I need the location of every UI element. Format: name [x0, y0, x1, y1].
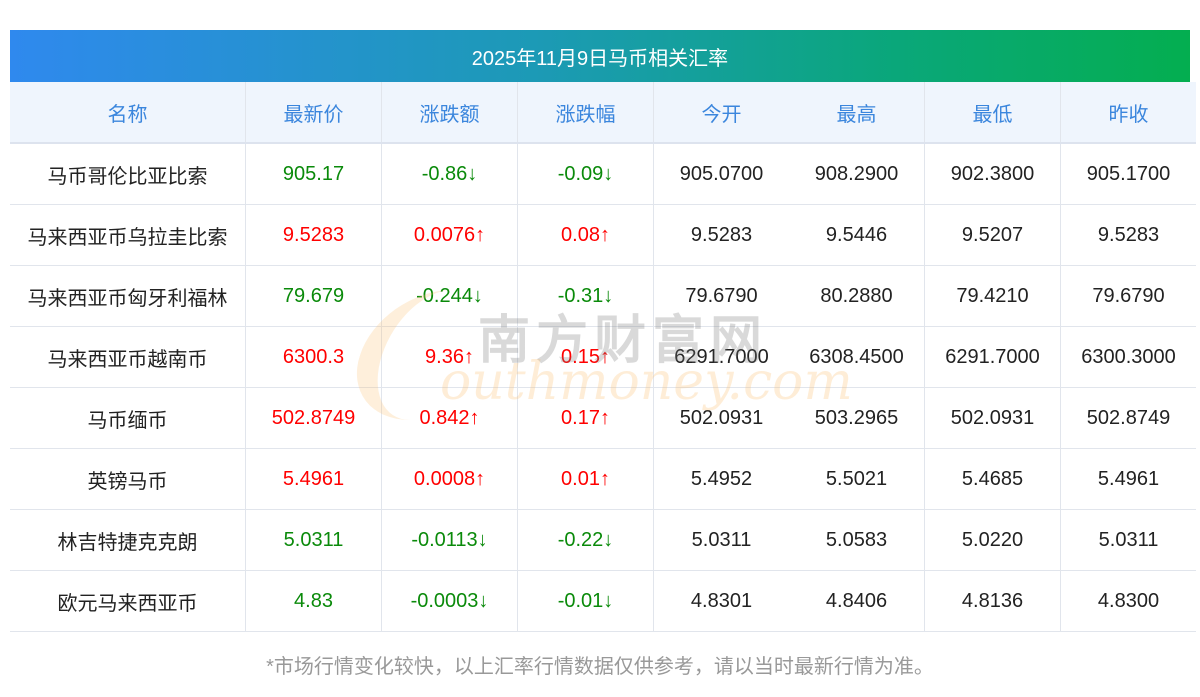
cell-prev: 5.4961 — [1060, 448, 1196, 510]
table-row: 马币缅币 502.8749 0.842↑ 0.17↑ 502.0931 503.2965 5… — [10, 387, 1196, 449]
cell-name: 马来西亚币乌拉圭比索 — [10, 204, 246, 266]
cell-latest: 6300.3 — [245, 326, 382, 388]
table-row: 欧元马来西亚币 4.83 -0.0003↓ -0.01↓ 4.8301 4.8406 4.8… — [10, 570, 1196, 632]
table-row: 马来西亚币乌拉圭比索 9.5283 0.0076↑ 0.08↑ 9.5283 9.5446… — [10, 204, 1196, 266]
cell-low: 5.0220 — [924, 509, 1061, 571]
col-header-change: 涨跌额 — [381, 82, 518, 144]
cell-open: 6291.7000 — [653, 326, 789, 388]
cell-name: 马来西亚币匈牙利福林 — [10, 265, 246, 327]
cell-high: 908.2900 — [789, 143, 925, 205]
col-header-latest: 最新价 — [245, 82, 382, 144]
col-header-low: 最低 — [924, 82, 1061, 144]
cell-latest: 9.5283 — [245, 204, 382, 266]
cell-change: -0.86↓ — [381, 143, 518, 205]
cell-change: -0.0003↓ — [381, 570, 518, 632]
cell-pct: -0.22↓ — [517, 509, 654, 571]
cell-prev: 905.1700 — [1060, 143, 1196, 205]
cell-change: 9.36↑ — [381, 326, 518, 388]
cell-prev: 9.5283 — [1060, 204, 1196, 266]
cell-high: 6308.4500 — [789, 326, 925, 388]
col-header-pct: 涨跌幅 — [517, 82, 654, 144]
cell-prev: 5.0311 — [1060, 509, 1196, 571]
cell-latest: 502.8749 — [245, 387, 382, 449]
exchange-rate-table: 名称 最新价 涨跌额 涨跌幅 今开 最高 最低 昨收 马币哥伦比亚比索 905.1… — [10, 82, 1196, 632]
cell-low: 4.8136 — [924, 570, 1061, 632]
cell-pct: 0.17↑ — [517, 387, 654, 449]
cell-open: 4.8301 — [653, 570, 789, 632]
cell-low: 5.4685 — [924, 448, 1061, 510]
cell-prev: 79.6790 — [1060, 265, 1196, 327]
table-title: 2025年11月9日马币相关汇率 — [10, 30, 1190, 82]
cell-high: 80.2880 — [789, 265, 925, 327]
table-header-row: 名称 最新价 涨跌额 涨跌幅 今开 最高 最低 昨收 — [10, 82, 1196, 144]
cell-open: 905.0700 — [653, 143, 789, 205]
table-row: 马来西亚币匈牙利福林 79.679 -0.244↓ -0.31↓ 79.6790 80.2… — [10, 265, 1196, 327]
cell-latest: 905.17 — [245, 143, 382, 205]
cell-name: 马币缅币 — [10, 387, 246, 449]
cell-low: 9.5207 — [924, 204, 1061, 266]
cell-pct: -0.09↓ — [517, 143, 654, 205]
cell-latest: 4.83 — [245, 570, 382, 632]
cell-change: -0.244↓ — [381, 265, 518, 327]
cell-change: 0.0076↑ — [381, 204, 518, 266]
cell-pct: 0.08↑ — [517, 204, 654, 266]
cell-latest: 5.0311 — [245, 509, 382, 571]
cell-change: -0.0113↓ — [381, 509, 518, 571]
disclaimer: *市场行情变化较快，以上汇率行情数据仅供参考，请以当时最新行情为准。 — [266, 656, 934, 678]
cell-name: 欧元马来西亚币 — [10, 570, 246, 632]
col-header-prev: 昨收 — [1060, 82, 1196, 144]
col-header-open: 今开 — [653, 82, 789, 144]
cell-open: 5.0311 — [653, 509, 789, 571]
cell-name: 马来西亚币越南币 — [10, 326, 246, 388]
cell-high: 5.0583 — [789, 509, 925, 571]
cell-prev: 4.8300 — [1060, 570, 1196, 632]
cell-latest: 5.4961 — [245, 448, 382, 510]
cell-open: 5.4952 — [653, 448, 789, 510]
cell-change: 0.842↑ — [381, 387, 518, 449]
cell-high: 503.2965 — [789, 387, 925, 449]
cell-change: 0.0008↑ — [381, 448, 518, 510]
cell-low: 902.3800 — [924, 143, 1061, 205]
cell-pct: 0.01↑ — [517, 448, 654, 510]
cell-name: 马币哥伦比亚比索 — [10, 143, 246, 205]
cell-prev: 502.8749 — [1060, 387, 1196, 449]
col-header-name: 名称 — [10, 82, 246, 144]
cell-prev: 6300.3000 — [1060, 326, 1196, 388]
table-row: 林吉特捷克克朗 5.0311 -0.0113↓ -0.22↓ 5.0311 5.0583 5… — [10, 509, 1196, 571]
cell-open: 79.6790 — [653, 265, 789, 327]
cell-high: 4.8406 — [789, 570, 925, 632]
table-row: 马来西亚币越南币 6300.3 9.36↑ 0.15↑ 6291.7000 6308.45… — [10, 326, 1196, 388]
cell-name: 英镑马币 — [10, 448, 246, 510]
cell-high: 9.5446 — [789, 204, 925, 266]
cell-high: 5.5021 — [789, 448, 925, 510]
cell-pct: 0.15↑ — [517, 326, 654, 388]
cell-low: 79.4210 — [924, 265, 1061, 327]
cell-latest: 79.679 — [245, 265, 382, 327]
cell-low: 6291.7000 — [924, 326, 1061, 388]
cell-open: 9.5283 — [653, 204, 789, 266]
col-header-high: 最高 — [789, 82, 925, 144]
table-row: 马币哥伦比亚比索 905.17 -0.86↓ -0.09↓ 905.0700 908.29… — [10, 143, 1196, 205]
cell-low: 502.0931 — [924, 387, 1061, 449]
cell-pct: -0.01↓ — [517, 570, 654, 632]
cell-pct: -0.31↓ — [517, 265, 654, 327]
table-row: 英镑马币 5.4961 0.0008↑ 0.01↑ 5.4952 5.5021 5.4685… — [10, 448, 1196, 510]
cell-open: 502.0931 — [653, 387, 789, 449]
cell-name: 林吉特捷克克朗 — [10, 509, 246, 571]
